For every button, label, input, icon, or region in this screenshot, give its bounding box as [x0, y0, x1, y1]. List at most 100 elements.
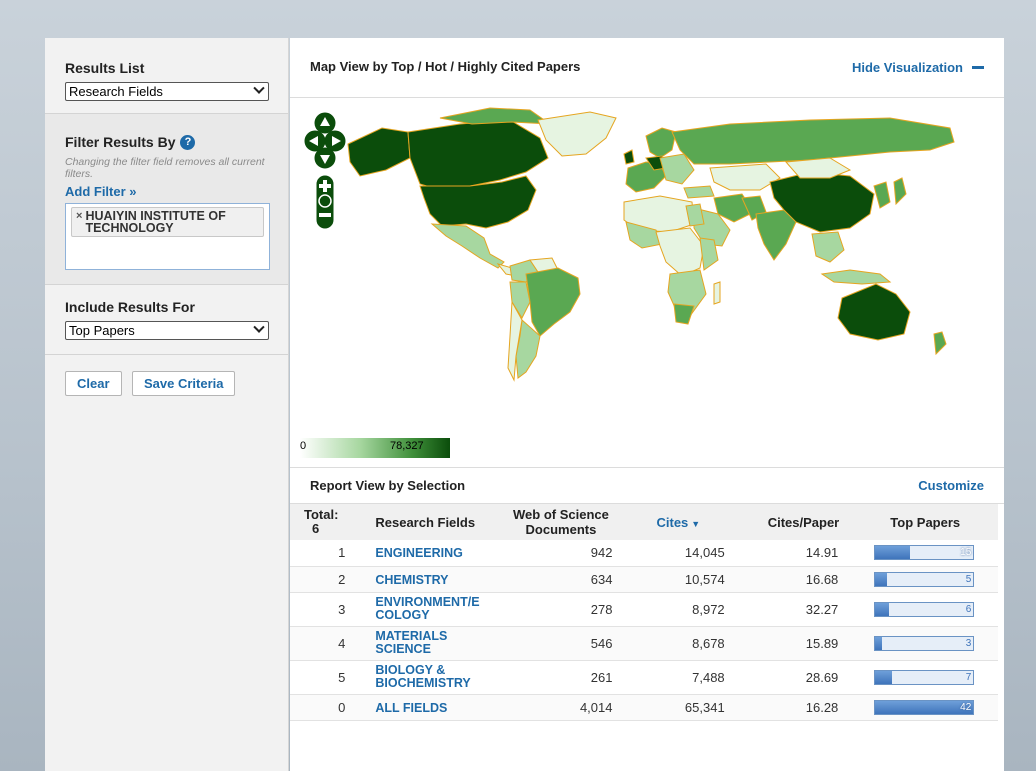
cites-header[interactable]: Cites ▼ [626, 504, 747, 540]
table-row: 1 ENGINEERING 942 14,045 14.91 15 [290, 540, 998, 567]
include-results-label: Include Results For [65, 299, 195, 315]
top-papers-bar-fill [875, 636, 883, 650]
row-rank: 4 [290, 626, 354, 661]
row-top-papers-cell: 15 [860, 540, 998, 567]
row-field-cell: CHEMISTRY [353, 566, 496, 593]
hide-visualization-label: Hide Visualization [851, 60, 963, 75]
save-criteria-button[interactable]: Save Criteria [131, 371, 236, 396]
visualization-panel: Map View by Top / Hot / Highly Cited Pap… [290, 38, 1004, 771]
table-row: 4 MATERIALS SCIENCE 546 8,678 15.89 3 [290, 626, 998, 661]
filter-hint: Changing the filter field removes all cu… [65, 156, 265, 180]
map-region-japan [893, 177, 907, 206]
customize-link[interactable]: Customize [918, 478, 984, 493]
row-cites: 10,574 [626, 566, 747, 593]
map-region-south-africa [673, 303, 695, 325]
top-papers-bar-fill [875, 602, 890, 616]
include-results-value: Top Papers [69, 323, 135, 338]
row-rank: 0 [290, 694, 354, 721]
filter-section: Filter Results By ? Changing the filter … [45, 114, 288, 285]
filter-label-row: Filter Results By ? [65, 134, 268, 150]
map-region-kazakhstan [709, 163, 781, 191]
report-title: Report View by Selection [310, 478, 466, 493]
top-papers-bar-fill [875, 546, 911, 560]
row-field-link[interactable]: BIOLOGY & BIOCHEMISTRY [375, 664, 495, 690]
row-cites: 65,341 [626, 694, 747, 721]
top-papers-bar: 3 [874, 635, 975, 651]
row-cites: 8,972 [626, 592, 747, 627]
row-top-papers-cell: 5 [860, 566, 998, 593]
table-row: 0 ALL FIELDS 4,014 65,341 16.28 42 [290, 694, 998, 721]
top-papers-bar: 7 [874, 669, 975, 685]
filter-chip-label: HUAIYIN INSTITUTE OF TECHNOLOGY [85, 209, 226, 235]
map-region-turkey [683, 185, 715, 199]
table-row: 5 BIOLOGY & BIOCHEMISTRY 261 7,488 28.69 7 [290, 660, 998, 695]
results-table-body: 1 ENGINEERING 942 14,045 14.91 15 2 CHEMISTRY 63… [290, 540, 998, 721]
row-docs: 278 [495, 592, 627, 627]
row-rank: 2 [290, 566, 354, 593]
top-papers-bar: 6 [874, 601, 975, 617]
add-filter-link[interactable]: Add Filter » [65, 184, 268, 199]
top-papers-value: 6 [965, 603, 972, 615]
row-field-cell: ENVIRONMENT/E COLOGY [353, 592, 496, 627]
legend-min: 0 [300, 440, 307, 452]
map-region-southeast-asia [811, 231, 845, 263]
top-papers-value: 7 [965, 671, 972, 683]
row-top-papers-cell: 42 [860, 694, 998, 721]
row-rank: 1 [290, 540, 354, 567]
row-top-papers-cell: 6 [860, 592, 998, 627]
row-field-link[interactable]: ALL FIELDS [375, 701, 447, 715]
world-map[interactable]: 0 78,327 [290, 98, 1004, 468]
map-legend: 0 78,327 [300, 438, 450, 458]
row-field-link[interactable]: ENVIRONMENT/E COLOGY [375, 596, 495, 622]
criteria-actions: Clear Save Criteria [45, 355, 288, 412]
top-papers-bar: 5 [874, 571, 975, 587]
row-cites-per-paper: 15.89 [746, 626, 861, 661]
chevron-down-icon [253, 82, 265, 94]
row-cites: 14,045 [626, 540, 747, 567]
row-cites: 7,488 [626, 660, 747, 695]
clear-button[interactable]: Clear [65, 371, 122, 396]
row-field-cell: MATERIALS SCIENCE [353, 626, 496, 661]
map-region-central-africa [655, 227, 705, 277]
row-rank: 5 [290, 660, 354, 695]
row-field-link[interactable]: MATERIALS SCIENCE [375, 630, 495, 656]
field-header[interactable]: Research Fields [353, 504, 496, 540]
results-list-section: Results List Research Fields [45, 38, 288, 114]
minus-icon [972, 66, 984, 69]
top-papers-value: 3 [965, 637, 972, 649]
total-header: Total: 6 [290, 504, 354, 540]
top-papers-value: 15 [960, 547, 972, 559]
map-region-greenland [537, 111, 617, 157]
results-table: Total: 6 Research Fields Web of Science … [290, 504, 998, 721]
results-list-value: Research Fields [69, 84, 163, 99]
hide-visualization-button[interactable]: Hide Visualization [852, 60, 984, 75]
filter-sidebar: Results List Research Fields Filter Resu… [45, 38, 289, 771]
results-list-select[interactable]: Research Fields [65, 82, 269, 101]
map-nav-control [304, 112, 346, 229]
map-region-india [755, 209, 797, 261]
filter-chip: × HUAIYIN INSTITUTE OF TECHNOLOGY [71, 207, 264, 237]
top-papers-value: 42 [960, 701, 972, 713]
top-papers-header[interactable]: Top Papers [860, 504, 998, 540]
include-section: Include Results For Top Papers [45, 285, 288, 355]
row-cites-per-paper: 16.28 [746, 694, 861, 721]
row-docs: 634 [495, 566, 627, 593]
docs-header[interactable]: Web of Science Documents [495, 504, 627, 540]
row-docs: 4,014 [495, 694, 627, 721]
row-field-cell: ALL FIELDS [353, 694, 496, 721]
remove-filter-icon[interactable]: × [76, 210, 82, 234]
row-field-link[interactable]: CHEMISTRY [375, 573, 448, 587]
map-region-scandinavia [645, 127, 677, 159]
row-docs: 261 [495, 660, 627, 695]
map-region-canada-north [439, 107, 552, 125]
map-region-russia [671, 117, 955, 165]
row-docs: 546 [495, 626, 627, 661]
total-count: 6 [312, 521, 320, 536]
row-rank: 3 [290, 592, 354, 627]
include-results-select[interactable]: Top Papers [65, 321, 269, 340]
row-field-link[interactable]: ENGINEERING [375, 547, 463, 560]
cites-per-paper-header[interactable]: Cites/Paper [746, 504, 861, 540]
row-cites-per-paper: 14.91 [746, 540, 861, 567]
row-cites-per-paper: 28.69 [746, 660, 861, 695]
help-icon[interactable]: ? [180, 134, 196, 150]
